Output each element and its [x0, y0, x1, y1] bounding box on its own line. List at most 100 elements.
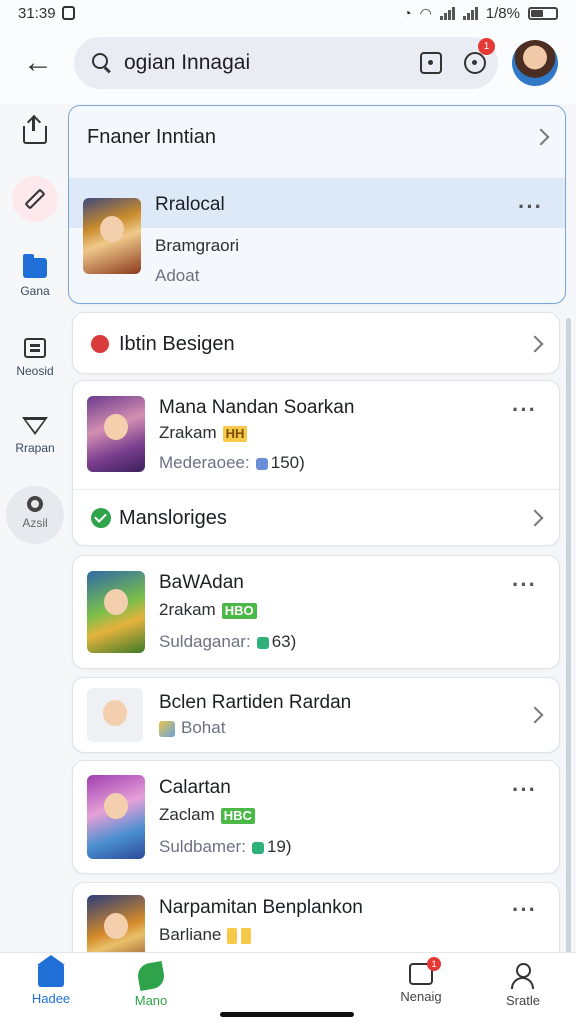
more-options-icon[interactable]: ··· — [518, 196, 543, 218]
gem-icon — [256, 636, 269, 649]
list-item-title[interactable]: Narpamitan Benplankon — [159, 897, 363, 919]
folder-icon — [23, 254, 47, 278]
section-row: Ibtin Besigen — [73, 313, 559, 373]
list-item-subtitle: Barliane — [159, 925, 251, 945]
list-item-title[interactable]: Calartan — [159, 777, 231, 799]
list-item-subtitle: Bramgraori — [155, 236, 240, 255]
section-title: Ibtin Besigen — [119, 332, 235, 355]
battery-icon — [528, 6, 558, 20]
list-item-subtitle: 2rakam HBO — [159, 600, 257, 620]
status-time: 31:39 — [18, 4, 56, 22]
meta-value: 63) — [271, 632, 297, 651]
sidebar-item-label: Neosid — [16, 364, 54, 378]
rating-tag: HBO — [221, 602, 257, 619]
sidebar-item-edit[interactable] — [0, 176, 70, 222]
section-title: Fnaner Inntian — [87, 125, 216, 148]
alarm-icon: ◔ — [403, 5, 412, 21]
section-header[interactable]: Ibtin Besigen — [72, 312, 560, 374]
nav-item-profile[interactable]: Sratle — [478, 963, 568, 1008]
top-bar: ← ogian Innagai 1 — [0, 26, 576, 104]
character-face — [104, 913, 128, 939]
search-input[interactable]: ogian Innagai 1 — [74, 37, 498, 89]
gem-icon — [251, 841, 264, 854]
list-item: Mana Nandan Soarkan ··· Zrakam HH Mederao… — [72, 380, 560, 546]
notification-icon[interactable] — [464, 52, 486, 74]
character-face — [104, 793, 128, 819]
list-item-title[interactable]: Mana Nandan Soarkan — [159, 397, 354, 419]
search-icon — [92, 53, 112, 73]
subtitle-text: Zrakam — [159, 423, 217, 442]
nav-item-home[interactable]: Hadee — [6, 955, 96, 1006]
rating-tag: HBC — [220, 807, 255, 824]
nav-item-mano[interactable]: Mano — [106, 960, 196, 1008]
list-item-meta: Mederaoee: 150) — [159, 453, 305, 473]
scan-icon[interactable] — [420, 52, 442, 74]
list-item: BaWAdan ··· 2rakam HBO Suldaganar: 63) — [72, 555, 560, 669]
game-thumbnail[interactable] — [87, 571, 145, 653]
section-header[interactable]: Mansloriges — [73, 487, 559, 545]
nav-badge: 1 — [427, 957, 441, 971]
list-item-title[interactable]: Rralocal — [155, 194, 225, 216]
sidebar-item-label: Rrapan — [15, 441, 55, 455]
more-options-icon[interactable]: ··· — [512, 779, 537, 801]
section-header[interactable]: Fnaner Inntian — [69, 106, 565, 168]
list-item: Calartan ··· Zaclam HBC Suldbamer: 19) — [72, 760, 560, 874]
sidebar-item-rrapan[interactable]: Rrapan — [0, 412, 70, 455]
character-face — [100, 216, 124, 242]
sidebar-item-settings[interactable]: Azsil — [0, 486, 70, 544]
more-options-icon[interactable]: ··· — [512, 574, 537, 596]
list-item-title[interactable]: Bclen Rartiden Rardan — [159, 692, 351, 714]
avatar[interactable] — [512, 40, 558, 86]
status-bar: 31:39 ◔ ◠ 1/8% — [0, 0, 576, 26]
home-icon — [37, 955, 65, 987]
nav-item-messages[interactable]: 1 Nenaig — [376, 957, 466, 1004]
rating-tag — [227, 927, 237, 944]
pen-icon-wrap — [12, 176, 58, 222]
gear-icon-wrap: Azsil — [6, 486, 64, 544]
signal-icon — [439, 6, 455, 20]
back-arrow-icon[interactable]: ← — [20, 46, 56, 82]
message-icon: 1 — [409, 957, 441, 985]
section-title: Mansloriges — [119, 506, 227, 529]
chevron-right-icon — [526, 706, 544, 724]
meta-label: Suldaganar: — [159, 632, 251, 651]
list-item-subtitle: Zaclam HBC — [159, 805, 255, 825]
selected-row-highlight — [69, 178, 565, 228]
nav-label: Hadee — [31, 991, 71, 1006]
pen-icon — [24, 188, 46, 210]
meta-label: Mederaoee: — [159, 453, 250, 472]
alert-icon — [91, 335, 109, 353]
sidebar-item-gana[interactable]: Gana — [0, 254, 70, 298]
scrollbar[interactable] — [566, 318, 571, 958]
rating-tag — [241, 927, 251, 944]
app-icon — [159, 720, 175, 737]
game-thumbnail[interactable] — [87, 688, 143, 742]
character-face — [103, 700, 127, 726]
list-item[interactable]: Bclen Rartiden Rardan Bohat — [72, 677, 560, 753]
chevron-right-icon — [526, 509, 544, 527]
list-item-title[interactable]: BaWAdan — [159, 572, 244, 594]
list-item-subtitle: Zrakam HH — [159, 423, 248, 443]
game-thumbnail[interactable] — [87, 396, 145, 472]
game-thumbnail[interactable] — [83, 198, 141, 274]
triangle-icon — [22, 417, 48, 435]
more-options-icon[interactable]: ··· — [512, 899, 537, 921]
subtitle-text: 2rakam — [159, 600, 216, 619]
leaf-icon — [135, 960, 167, 992]
character-face — [104, 414, 128, 440]
chevron-right-icon — [532, 128, 550, 146]
search-query[interactable]: ogian Innagai — [124, 51, 250, 75]
more-options-icon[interactable]: ··· — [512, 399, 537, 421]
gem-icon — [255, 457, 268, 470]
sidebar-item-neosid[interactable]: Neosid — [0, 334, 70, 378]
home-indicator[interactable] — [220, 1012, 354, 1017]
character-face — [104, 589, 128, 615]
list-item-meta: Suldaganar: 63) — [159, 632, 296, 652]
nav-label: Sratle — [506, 993, 540, 1008]
featured-card: Fnaner Inntian Rralocal ··· Bramgraori A… — [68, 105, 566, 304]
sidebar-item-upload[interactable] — [0, 117, 70, 144]
game-thumbnail[interactable] — [87, 775, 145, 859]
sidebar-item-label: Gana — [20, 284, 50, 298]
meta-value: 19) — [266, 837, 292, 856]
nav-label: Mano — [134, 993, 168, 1008]
